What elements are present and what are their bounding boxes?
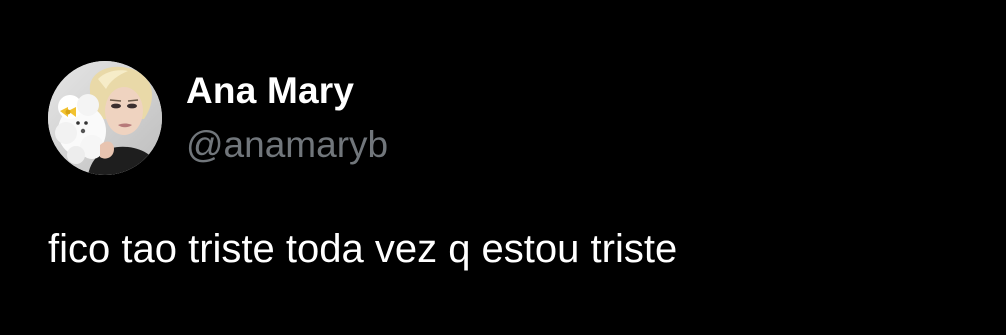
tweet-card: Ana Mary @anamaryb fico tao triste toda … (0, 0, 1006, 335)
author-display-name[interactable]: Ana Mary (186, 69, 388, 113)
author-names: Ana Mary @anamaryb (186, 69, 388, 167)
avatar[interactable] (48, 61, 162, 175)
tweet-text: fico tao triste toda vez q estou triste (48, 227, 678, 271)
tweet-header: Ana Mary @anamaryb (48, 60, 388, 176)
author-handle[interactable]: @anamaryb (186, 123, 388, 167)
profile-photo-avatar-icon (48, 61, 162, 175)
